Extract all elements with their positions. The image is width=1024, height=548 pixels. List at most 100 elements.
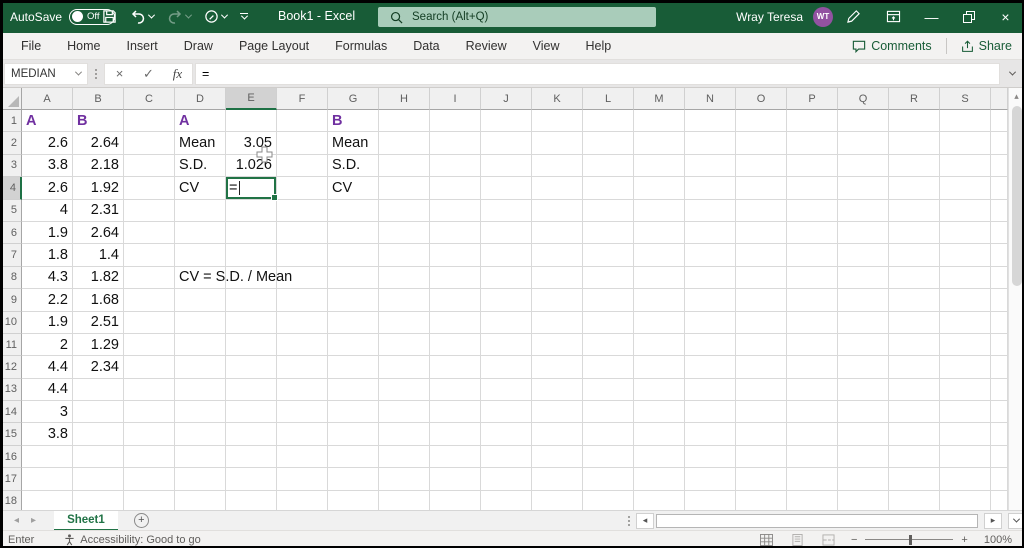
cell-P13[interactable]: [787, 378, 838, 402]
pen-tool-dropdown-icon[interactable]: [220, 11, 229, 19]
column-header-K[interactable]: K: [532, 88, 583, 110]
cell-A8[interactable]: 4.3: [22, 266, 73, 290]
cell-S8[interactable]: [940, 266, 991, 290]
column-header-D[interactable]: D: [175, 88, 226, 110]
cell-O10[interactable]: [736, 311, 787, 334]
cell-P1[interactable]: [787, 110, 838, 133]
insert-function-button[interactable]: fx: [163, 66, 192, 82]
cell-B1[interactable]: B: [73, 110, 124, 133]
cell-C5[interactable]: [124, 199, 175, 222]
cell-H18[interactable]: [379, 490, 430, 510]
cell-K2[interactable]: [532, 132, 583, 155]
cell-C11[interactable]: [124, 333, 175, 357]
cell-S12[interactable]: [940, 356, 991, 379]
cell-R13[interactable]: [889, 378, 940, 402]
cell-O12[interactable]: [736, 356, 787, 379]
cell-L6[interactable]: [583, 221, 634, 245]
cell-B14[interactable]: [73, 401, 124, 424]
cell-R14[interactable]: [889, 401, 940, 424]
cell-R16[interactable]: [889, 445, 940, 469]
cell-Q5[interactable]: [838, 199, 889, 222]
column-header-C[interactable]: C: [124, 88, 175, 110]
cell-D17[interactable]: [175, 468, 226, 491]
cell-M14[interactable]: [634, 401, 685, 424]
cell-E5[interactable]: [226, 199, 277, 222]
cell-G16[interactable]: [328, 445, 379, 469]
cell-A7[interactable]: 1.8: [22, 244, 73, 267]
cell-O17[interactable]: [736, 468, 787, 491]
cell-E14[interactable]: [226, 401, 277, 424]
row-header-7[interactable]: 7: [0, 244, 22, 267]
cell-K6[interactable]: [532, 221, 583, 245]
tab-page-layout[interactable]: Page Layout: [226, 33, 322, 59]
restore-button[interactable]: [950, 0, 987, 33]
cell-K14[interactable]: [532, 401, 583, 424]
cell-K10[interactable]: [532, 311, 583, 334]
cell-D4[interactable]: CV: [175, 177, 226, 200]
cell-G8[interactable]: [328, 266, 379, 290]
cell-J15[interactable]: [481, 423, 532, 446]
cell-L5[interactable]: [583, 199, 634, 222]
normal-view-icon[interactable]: [760, 533, 773, 546]
cell-H5[interactable]: [379, 199, 430, 222]
cell-I11[interactable]: [430, 333, 481, 357]
cell-B16[interactable]: [73, 445, 124, 469]
cell-S16[interactable]: [940, 445, 991, 469]
redo-button[interactable]: [167, 9, 193, 24]
cell-K16[interactable]: [532, 445, 583, 469]
cell-B12[interactable]: 2.34: [73, 356, 124, 379]
cell-Q17[interactable]: [838, 468, 889, 491]
cell-F17[interactable]: [277, 468, 328, 491]
cell-O2[interactable]: [736, 132, 787, 155]
cell-P17[interactable]: [787, 468, 838, 491]
cell-S18[interactable]: [940, 490, 991, 510]
tab-insert[interactable]: Insert: [114, 33, 171, 59]
cell-I15[interactable]: [430, 423, 481, 446]
cell-F2[interactable]: [277, 132, 328, 155]
next-sheet-button[interactable]: ▸: [31, 515, 36, 526]
column-header-N[interactable]: N: [685, 88, 736, 110]
cell-Q9[interactable]: [838, 289, 889, 312]
cell-H13[interactable]: [379, 378, 430, 402]
cell-A12[interactable]: 4.4: [22, 356, 73, 379]
cell-O6[interactable]: [736, 221, 787, 245]
cell-B4[interactable]: 1.92: [73, 177, 124, 200]
cell-B3[interactable]: 2.18: [73, 154, 124, 178]
cell-N5[interactable]: [685, 199, 736, 222]
row-header-3[interactable]: 3: [0, 154, 22, 178]
cell-K8[interactable]: [532, 266, 583, 290]
cell-F15[interactable]: [277, 423, 328, 446]
cell-K12[interactable]: [532, 356, 583, 379]
cell-C13[interactable]: [124, 378, 175, 402]
cancel-formula-button[interactable]: ×: [105, 66, 134, 81]
zoom-slider-thumb[interactable]: [909, 534, 913, 545]
cell-H15[interactable]: [379, 423, 430, 446]
cell-G14[interactable]: [328, 401, 379, 424]
cell-M15[interactable]: [634, 423, 685, 446]
cell-P10[interactable]: [787, 311, 838, 334]
cell-I17[interactable]: [430, 468, 481, 491]
cell-Q8[interactable]: [838, 266, 889, 290]
cell-L3[interactable]: [583, 154, 634, 178]
formula-input[interactable]: =: [195, 62, 1000, 85]
cell-Q15[interactable]: [838, 423, 889, 446]
cell-A11[interactable]: 2: [22, 333, 73, 357]
cell-A3[interactable]: 3.8: [22, 154, 73, 178]
cell-B18[interactable]: [73, 490, 124, 510]
cell-N6[interactable]: [685, 221, 736, 245]
cell-J11[interactable]: [481, 333, 532, 357]
cell-I7[interactable]: [430, 244, 481, 267]
cell-R6[interactable]: [889, 221, 940, 245]
cell-O4[interactable]: [736, 177, 787, 200]
cell-M7[interactable]: [634, 244, 685, 267]
cell-F11[interactable]: [277, 333, 328, 357]
cell-N1[interactable]: [685, 110, 736, 133]
cell-I12[interactable]: [430, 356, 481, 379]
zoom-out-button[interactable]: −: [851, 534, 857, 546]
cell-N4[interactable]: [685, 177, 736, 200]
formula-bar-expand-button[interactable]: [1000, 68, 1024, 76]
cell-S9[interactable]: [940, 289, 991, 312]
cell-M9[interactable]: [634, 289, 685, 312]
cell-J14[interactable]: [481, 401, 532, 424]
cell-B9[interactable]: 1.68: [73, 289, 124, 312]
